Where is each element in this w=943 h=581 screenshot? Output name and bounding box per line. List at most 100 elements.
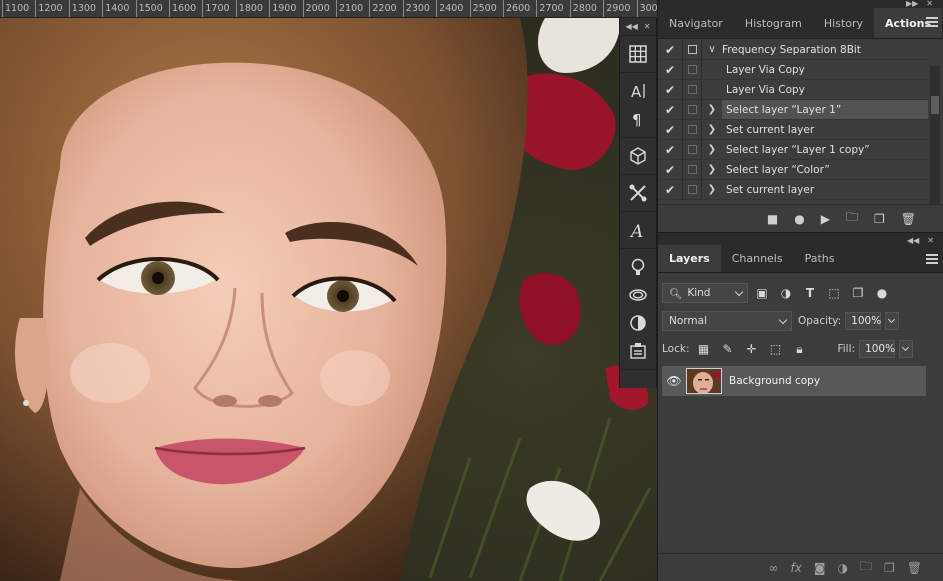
expand-chevron-icon[interactable]: ❯	[702, 164, 722, 175]
checkmark-icon[interactable]: ✔	[658, 123, 682, 137]
action-step-row[interactable]: ✔ ❯ Select layer “Layer 1”	[658, 99, 928, 120]
filter-adjustment-icon[interactable]: ◑	[776, 286, 796, 300]
dialog-toggle-icon[interactable]	[682, 59, 702, 80]
tab-paths[interactable]: Paths	[794, 245, 846, 272]
collapse-icon[interactable]: ◀◀	[907, 235, 919, 245]
filter-toggle-icon[interactable]: ●	[872, 286, 892, 300]
action-step-row[interactable]: ✔ ❯ Select layer “Color”	[658, 159, 928, 180]
action-step-row[interactable]: ✔ ❯ Select layer “Layer 1 copy”	[658, 139, 928, 160]
libraries-icon[interactable]	[620, 281, 656, 309]
new-layer-icon[interactable]: ❐	[884, 561, 895, 575]
action-set-row[interactable]: ✔ ∨ Frequency Separation 8Bit	[658, 40, 928, 60]
tab-navigator[interactable]: Navigator	[658, 8, 734, 38]
actions-panel: Navigator Histogram History Actions ✔ ∨ …	[658, 8, 943, 232]
new-action-icon[interactable]: ❐	[874, 212, 885, 226]
lock-position-icon[interactable]: ✛	[741, 342, 761, 356]
tab-channels[interactable]: Channels	[721, 245, 794, 272]
learn-lightbulb-icon[interactable]	[620, 253, 656, 281]
dialog-toggle-icon[interactable]	[682, 139, 702, 160]
expand-chevron-icon[interactable]: ∨	[702, 44, 722, 55]
3d-cube-icon[interactable]	[620, 142, 656, 170]
lock-artboard-icon[interactable]: ⬚	[765, 342, 785, 356]
checkmark-icon[interactable]: ✔	[658, 103, 682, 117]
expand-chevron-icon[interactable]: ❯	[702, 144, 722, 155]
layer-row[interactable]: 👁︎ Background copy	[662, 366, 926, 396]
fill-slider-toggle[interactable]	[899, 340, 914, 358]
fx-icon[interactable]: fx	[791, 561, 802, 575]
action-step-row[interactable]: ✔ Layer Via Copy	[658, 79, 928, 100]
ruler-tick: 1200	[35, 0, 63, 17]
tab-histogram[interactable]: Histogram	[734, 8, 813, 38]
action-set-label: Frequency Separation 8Bit	[722, 43, 861, 56]
action-step-row[interactable]: ✔ ❯ Set current layer	[658, 179, 928, 200]
filter-type-icon[interactable]: T	[800, 286, 820, 300]
panel-menu-icon[interactable]	[926, 254, 938, 266]
close-icon[interactable]: ✕	[926, 0, 933, 8]
new-adjustment-icon[interactable]: ◑	[838, 561, 848, 575]
opacity-input[interactable]: 100%	[845, 312, 881, 330]
lock-all-icon[interactable]: 🔒︎	[789, 342, 809, 357]
checkmark-icon[interactable]: ✔	[658, 83, 682, 97]
action-step-row[interactable]: ✔ ❯ Set current layer	[658, 119, 928, 140]
trash-icon[interactable]: 🗑	[907, 561, 922, 575]
grid-swatches-icon[interactable]	[620, 40, 656, 68]
checkmark-icon[interactable]: ✔	[658, 183, 682, 197]
properties-icon[interactable]	[620, 337, 656, 365]
adjustments-icon[interactable]	[620, 309, 656, 337]
opacity-slider-toggle[interactable]	[885, 312, 900, 330]
new-set-folder-icon[interactable]: 🗀	[846, 208, 858, 229]
horizontal-ruler: 1100 1200 1300 1400 1500 1600 1700 1800 1900 2000…	[0, 0, 658, 18]
record-icon[interactable]: ●	[794, 212, 804, 226]
checkmark-icon[interactable]: ✔	[658, 163, 682, 177]
panel-menu-icon[interactable]	[926, 17, 938, 29]
expand-chevron-icon[interactable]: ❯	[702, 124, 722, 135]
scroll-thumb[interactable]	[931, 96, 939, 114]
paragraph-icon[interactable]: ¶	[620, 105, 656, 133]
document-canvas[interactable]	[0, 18, 658, 581]
action-step-label: Layer Via Copy	[726, 83, 805, 96]
filter-shape-icon[interactable]: ⬚	[824, 286, 844, 300]
dialog-toggle-icon[interactable]	[682, 79, 702, 100]
action-step-label: Select layer “Layer 1 copy”	[726, 143, 870, 156]
dock-topbar: ◀◀ ✕	[658, 233, 943, 245]
tab-layers[interactable]: Layers	[658, 245, 721, 272]
collapse-icon[interactable]: ◀◀	[625, 22, 637, 31]
lock-pixels-icon[interactable]: ▦	[693, 342, 713, 356]
character-icon[interactable]: A	[620, 77, 656, 105]
dialog-toggle-icon[interactable]	[682, 99, 702, 120]
lock-paint-icon[interactable]: ✎	[717, 342, 737, 356]
layers-footer: ∞ fx ◙ ◑ 🗀 ❐ 🗑	[658, 553, 943, 581]
add-mask-icon[interactable]: ◙	[814, 561, 826, 575]
new-group-folder-icon[interactable]: 🗀	[860, 557, 872, 578]
tool-presets-icon[interactable]	[620, 179, 656, 207]
filter-image-icon[interactable]: ▣	[752, 286, 772, 300]
actions-scrollbar[interactable]	[930, 66, 940, 204]
stop-icon[interactable]: ■	[767, 212, 778, 226]
filter-smart-object-icon[interactable]: ❐	[848, 286, 868, 300]
dialog-toggle-icon[interactable]	[682, 179, 702, 200]
expand-chevron-icon[interactable]: ❯	[702, 104, 722, 115]
filter-kind-dropdown[interactable]: 🔍︎ Kind	[662, 283, 748, 303]
tab-history[interactable]: History	[813, 8, 874, 38]
checkmark-icon[interactable]: ✔	[658, 143, 682, 157]
ruler-tick: 1600	[169, 0, 196, 17]
dialog-toggle-icon[interactable]	[682, 119, 702, 140]
blend-mode-dropdown[interactable]: Normal	[662, 311, 792, 331]
checkmark-icon[interactable]: ✔	[658, 43, 682, 57]
play-icon[interactable]: ▶	[821, 212, 830, 226]
svg-text:¶: ¶	[632, 111, 642, 129]
dialog-toggle-icon[interactable]	[682, 40, 702, 60]
dialog-toggle-icon[interactable]	[682, 159, 702, 180]
trash-icon[interactable]: 🗑	[901, 212, 916, 226]
collapse-icon[interactable]: ▶▶	[906, 0, 918, 8]
close-icon[interactable]: ✕	[644, 22, 651, 31]
glyphs-icon[interactable]: A	[620, 216, 656, 244]
visibility-eye-icon[interactable]: 👁︎	[662, 374, 686, 388]
fill-input[interactable]: 100%	[859, 340, 895, 358]
dock-topbar: ▶▶ ✕	[658, 0, 943, 8]
action-step-row[interactable]: ✔ Layer Via Copy	[658, 59, 928, 80]
link-layers-icon[interactable]: ∞	[769, 561, 779, 575]
expand-chevron-icon[interactable]: ❯	[702, 184, 722, 195]
close-icon[interactable]: ✕	[927, 235, 934, 245]
checkmark-icon[interactable]: ✔	[658, 63, 682, 77]
